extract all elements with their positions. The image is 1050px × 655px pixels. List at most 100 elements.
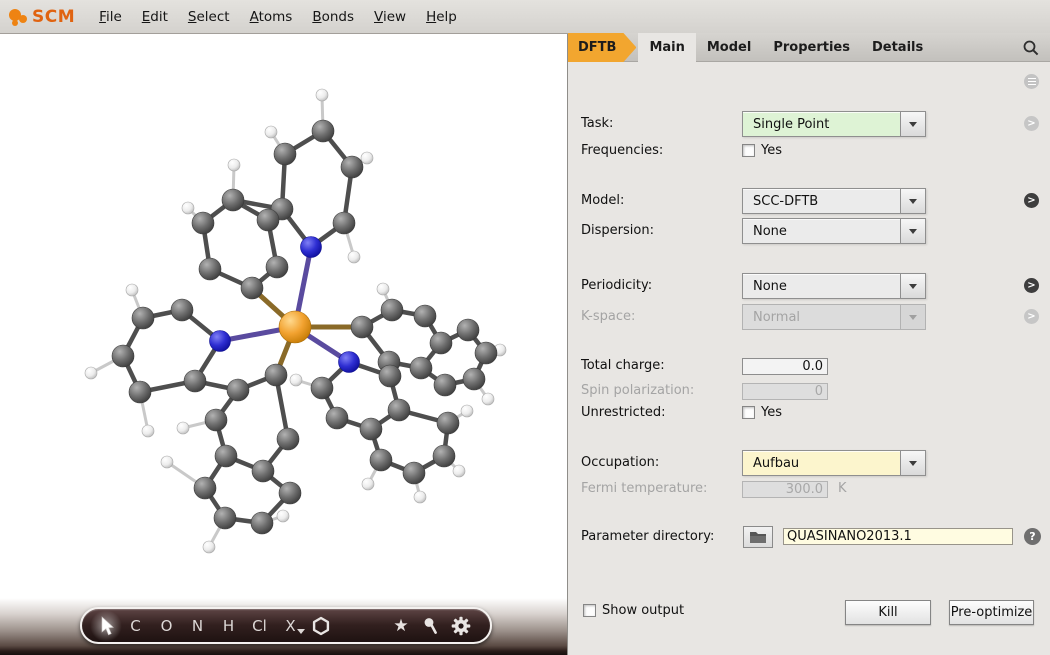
menu-help[interactable]: Help — [416, 9, 467, 25]
atom-H[interactable] — [290, 374, 302, 386]
atom-H[interactable] — [265, 126, 277, 138]
atom-C[interactable] — [215, 445, 237, 467]
atom-C[interactable] — [205, 409, 227, 431]
atom-C[interactable] — [475, 342, 497, 364]
atom-C[interactable] — [252, 460, 274, 482]
tab-properties[interactable]: Properties — [762, 33, 861, 62]
atom-H[interactable] — [461, 405, 473, 417]
occupation-dropdown[interactable]: Aufbau — [742, 450, 926, 476]
atom-C[interactable] — [463, 368, 485, 390]
molecule-3d-view[interactable] — [0, 34, 567, 604]
atom-C[interactable] — [184, 370, 206, 392]
atom-C[interactable] — [410, 357, 432, 379]
atom-C[interactable] — [381, 299, 403, 321]
atom-C[interactable] — [241, 277, 263, 299]
atom-C[interactable] — [222, 189, 244, 211]
atom-C[interactable] — [403, 462, 425, 484]
atom-H[interactable] — [203, 541, 215, 553]
star-tool-button[interactable]: ★ — [386, 614, 416, 638]
atom-C[interactable] — [265, 364, 287, 386]
tab-model[interactable]: Model — [696, 33, 762, 62]
atom-C[interactable] — [457, 319, 479, 341]
atom-C[interactable] — [341, 156, 363, 178]
atom-C[interactable] — [434, 374, 456, 396]
atom-C[interactable] — [132, 307, 154, 329]
atom-H[interactable] — [277, 510, 289, 522]
atom-H[interactable] — [177, 422, 189, 434]
atom-C[interactable] — [360, 418, 382, 440]
atom-C[interactable] — [194, 477, 216, 499]
menu-file[interactable]: File — [89, 9, 132, 25]
element-n-button[interactable]: N — [182, 617, 213, 635]
atom-C[interactable] — [199, 258, 221, 280]
atom-C[interactable] — [192, 212, 214, 234]
atom-H[interactable] — [361, 152, 373, 164]
atom-C[interactable] — [433, 445, 455, 467]
atom-C[interactable] — [388, 399, 410, 421]
dropdown-arrow-icon[interactable] — [900, 274, 925, 298]
atom-C[interactable] — [430, 332, 452, 354]
atom-C[interactable] — [370, 449, 392, 471]
atom-C[interactable] — [379, 365, 401, 387]
menu-view[interactable]: View — [364, 9, 416, 25]
element-x-button[interactable]: X — [275, 617, 306, 635]
ring-tool-button[interactable] — [306, 614, 336, 638]
model-dropdown[interactable]: SCC-DFTB — [742, 188, 926, 214]
atom-H[interactable] — [182, 202, 194, 214]
atom-C[interactable] — [214, 507, 236, 529]
atom-H[interactable] — [482, 393, 494, 405]
atom-C[interactable] — [266, 256, 288, 278]
atom-C[interactable] — [277, 428, 299, 450]
element-o-button[interactable]: O — [151, 617, 182, 635]
dispersion-dropdown[interactable]: None — [742, 218, 926, 244]
parameter-directory-input[interactable]: QUASINANO2013.1 — [783, 528, 1013, 545]
tab-dftb[interactable]: DFTB — [568, 33, 636, 62]
kill-button[interactable]: Kill — [845, 600, 931, 625]
atom-H[interactable] — [377, 283, 389, 295]
element-h-button[interactable]: H — [213, 617, 244, 635]
atom-C[interactable] — [326, 407, 348, 429]
atom-H[interactable] — [362, 478, 374, 490]
periodicity-detail-chevron-icon[interactable]: > — [1024, 278, 1039, 293]
scm-logo[interactable]: SCM — [8, 6, 75, 28]
atom-C[interactable] — [112, 345, 134, 367]
total-charge-input[interactable]: 0.0 — [742, 358, 828, 375]
atom-C[interactable] — [312, 120, 334, 142]
atom-C[interactable] — [351, 316, 373, 338]
search-button[interactable] — [1022, 33, 1050, 62]
dropdown-arrow-icon[interactable] — [900, 189, 925, 213]
atom-M[interactable] — [279, 311, 311, 343]
atom-H[interactable] — [161, 456, 173, 468]
gear-tool-button[interactable] — [446, 614, 476, 638]
pre-optimize-button[interactable]: Pre-optimize — [949, 600, 1034, 625]
atom-C[interactable] — [333, 212, 355, 234]
atom-C[interactable] — [171, 299, 193, 321]
dropdown-arrow-icon[interactable] — [900, 219, 925, 243]
atom-H[interactable] — [142, 425, 154, 437]
show-output-checkbox[interactable] — [583, 604, 596, 617]
atom-N[interactable] — [339, 352, 360, 373]
model-detail-chevron-icon[interactable]: > — [1024, 193, 1039, 208]
atom-H[interactable] — [414, 491, 426, 503]
atom-H[interactable] — [126, 284, 138, 296]
task-dropdown[interactable]: Single Point — [742, 111, 926, 137]
menu-atoms[interactable]: Atoms — [240, 9, 303, 25]
atom-C[interactable] — [129, 381, 151, 403]
element-c-button[interactable]: C — [120, 617, 151, 635]
atom-C[interactable] — [257, 209, 279, 231]
menu-select[interactable]: Select — [178, 9, 240, 25]
atom-H[interactable] — [348, 251, 360, 263]
molecule-viewport[interactable]: CONHClX ★ — [0, 34, 568, 655]
dropdown-arrow-icon[interactable] — [900, 451, 925, 475]
atom-C[interactable] — [279, 482, 301, 504]
periodicity-dropdown[interactable]: None — [742, 273, 926, 299]
atom-H[interactable] — [228, 159, 240, 171]
atom-C[interactable] — [414, 305, 436, 327]
unrestricted-checkbox[interactable] — [742, 406, 755, 419]
pin-tool-button[interactable] — [416, 614, 446, 638]
atom-N[interactable] — [210, 331, 231, 352]
atom-C[interactable] — [251, 512, 273, 534]
menu-edit[interactable]: Edit — [132, 9, 178, 25]
help-icon[interactable]: ? — [1024, 528, 1041, 545]
atom-H[interactable] — [85, 367, 97, 379]
